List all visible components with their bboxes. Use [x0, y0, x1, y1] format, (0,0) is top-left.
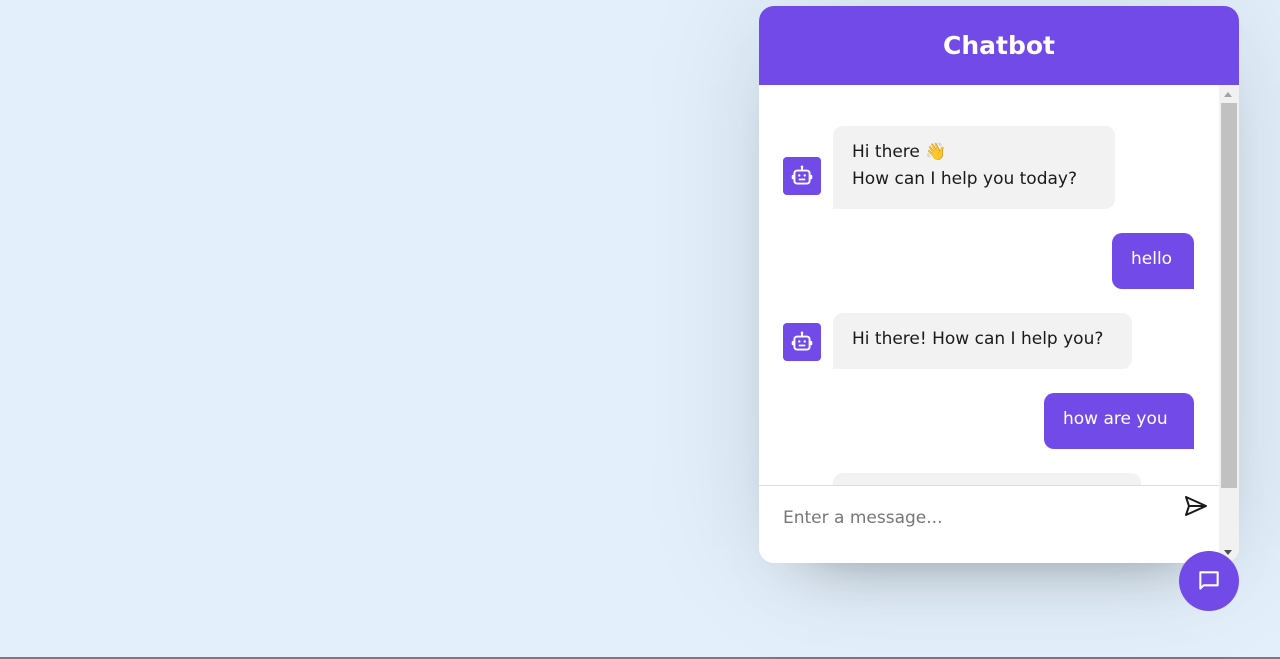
chat-header: Chatbot	[759, 6, 1239, 85]
message-bubble-outgoing: how are you	[1044, 393, 1194, 449]
scroll-down-arrow-icon[interactable]	[1224, 550, 1232, 555]
chatbox-scrollbar[interactable]	[1219, 85, 1239, 563]
scroll-thumb[interactable]	[1221, 103, 1237, 488]
chatbox[interactable]: Hi there 👋 How can I help you today? hel…	[759, 85, 1219, 491]
chatbot-toggler-button[interactable]	[1179, 551, 1239, 611]
send-icon[interactable]	[1183, 494, 1213, 520]
message-bubble-incoming: Hi there! How can I help you?	[833, 313, 1132, 369]
chat-input-area	[759, 485, 1219, 563]
chat-title: Chatbot	[943, 31, 1055, 60]
chat-bubble-icon	[1196, 568, 1222, 594]
message-bubble-outgoing: hello	[1112, 233, 1194, 289]
chatbot-window: Chatbot Hi there 👋 How can I help you to…	[759, 6, 1239, 563]
message-input[interactable]	[783, 508, 1163, 542]
bot-avatar-icon	[783, 157, 821, 195]
message-bubble-incoming: Hi there 👋 How can I help you today?	[833, 126, 1115, 209]
scroll-up-arrow-icon[interactable]	[1224, 92, 1232, 97]
bot-avatar-icon	[783, 323, 821, 361]
